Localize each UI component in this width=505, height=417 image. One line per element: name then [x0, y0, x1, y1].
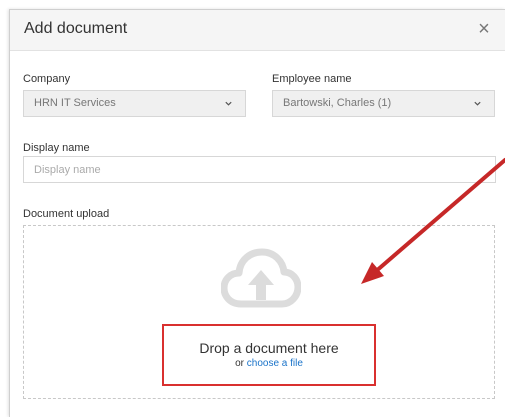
- display-name-input[interactable]: [23, 156, 496, 183]
- company-select[interactable]: HRN IT Services: [23, 90, 246, 117]
- document-upload-label: Document upload: [23, 208, 110, 220]
- company-label: Company: [23, 73, 71, 85]
- drop-target-highlight: Drop a document here or choose a file: [162, 324, 376, 386]
- choose-file-line: or choose a file: [164, 358, 374, 369]
- dialog-title: Add document: [24, 20, 128, 37]
- display-name-label: Display name: [23, 142, 90, 154]
- employee-name-select-value: Bartowski, Charles (1): [283, 97, 392, 109]
- chevron-down-icon: [474, 101, 481, 106]
- company-select-value: HRN IT Services: [34, 97, 116, 109]
- or-text: or: [235, 358, 244, 369]
- employee-name-select[interactable]: Bartowski, Charles (1): [272, 90, 495, 117]
- choose-file-link[interactable]: choose a file: [247, 358, 303, 369]
- add-document-dialog: Add document × Company HRN IT Services E…: [9, 9, 505, 417]
- employee-name-label: Employee name: [272, 73, 352, 85]
- close-icon[interactable]: ×: [473, 18, 495, 40]
- document-dropzone[interactable]: Drop a document here or choose a file: [23, 225, 495, 399]
- drop-document-text: Drop a document here: [199, 340, 339, 356]
- dialog-header: Add document ×: [10, 10, 505, 51]
- cloud-upload-icon: [221, 248, 301, 308]
- chevron-down-icon: [225, 101, 232, 106]
